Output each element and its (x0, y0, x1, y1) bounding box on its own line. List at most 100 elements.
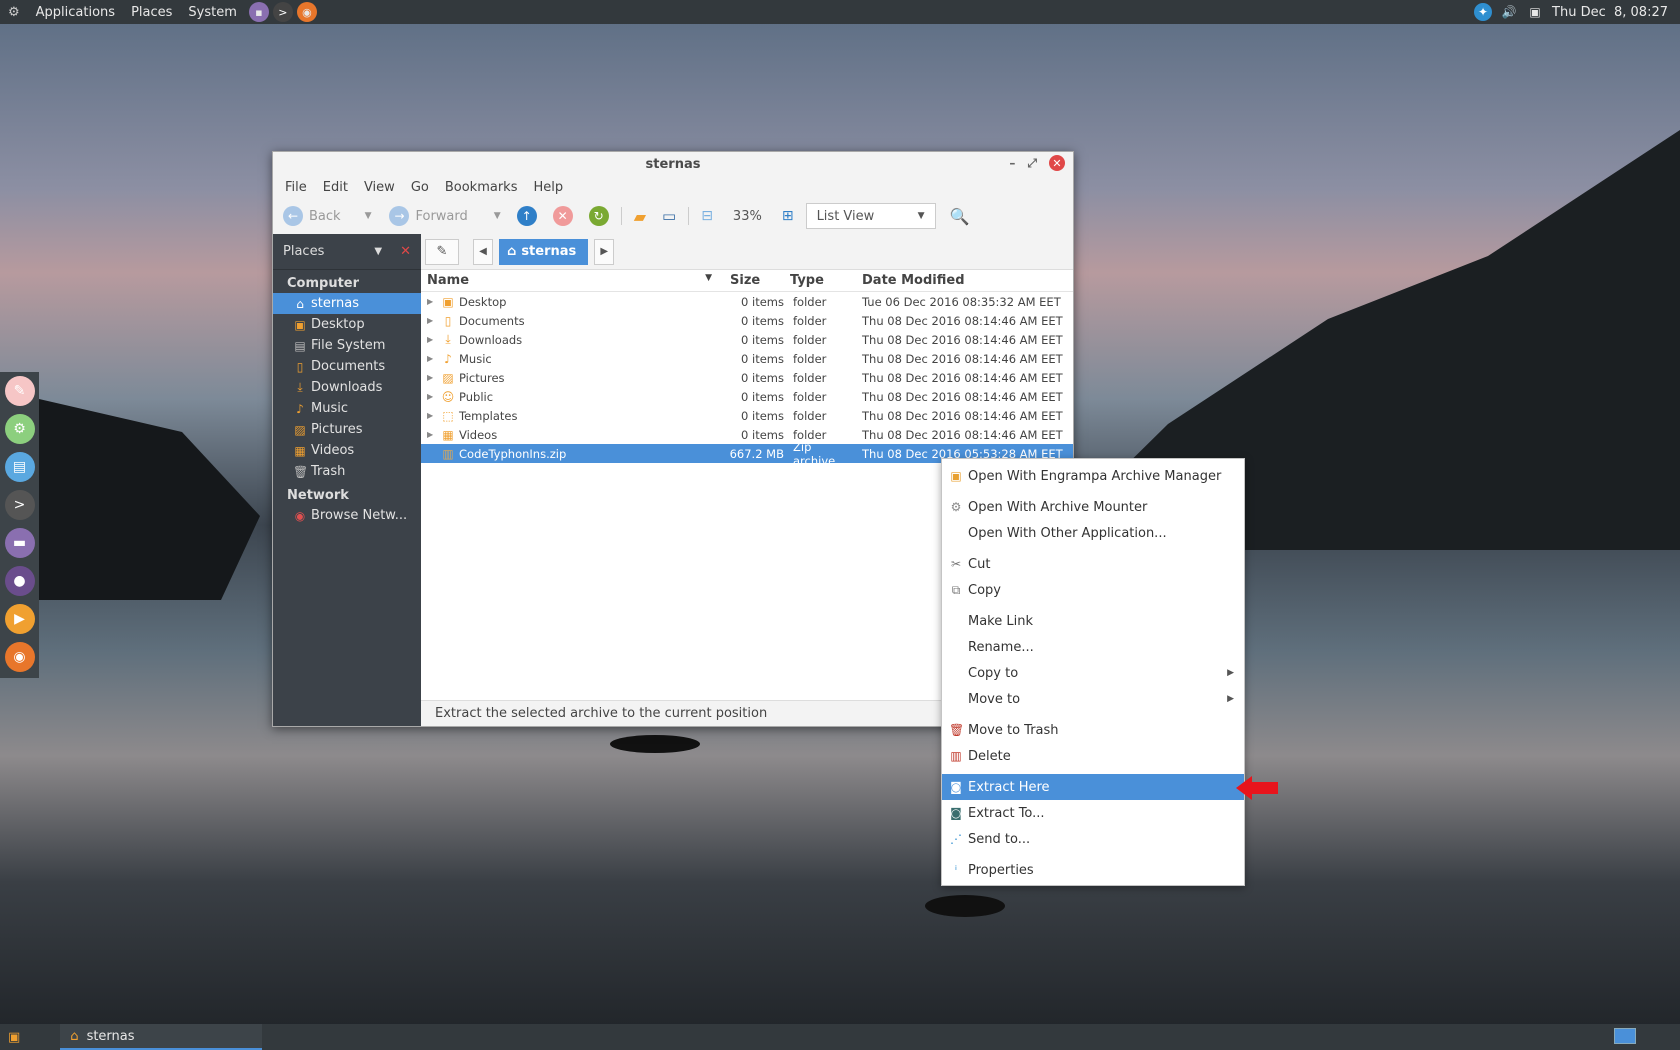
app-icon-editor[interactable]: ✎ (4, 376, 35, 406)
menu-item-rename[interactable]: Rename... (942, 634, 1244, 660)
back-icon[interactable]: ← (283, 206, 303, 226)
toggle-location-button[interactable]: ✎ (425, 238, 459, 265)
breadcrumb[interactable]: ⌂ sternas (499, 238, 589, 265)
expander-icon[interactable]: ▶ (427, 411, 437, 420)
column-date[interactable]: Date Modified (856, 273, 1073, 288)
menu-item-properties[interactable]: ⁱ Properties (942, 857, 1244, 883)
menu-item-copy-to[interactable]: Copy to ▶ (942, 660, 1244, 686)
sidebar-item-pictures[interactable]: ▨ Pictures (273, 419, 421, 440)
app-icon-media[interactable]: ▶ (4, 604, 35, 634)
firefox-launcher-icon[interactable]: ◉ (296, 2, 317, 22)
clock[interactable]: Thu Dec 8, 08:27 (1552, 5, 1668, 20)
up-icon[interactable]: ↑ (516, 206, 537, 226)
network-icon[interactable]: ▣ (1526, 3, 1544, 21)
files-launcher-icon[interactable]: ▪ (248, 2, 269, 22)
maximize-button[interactable]: ⤢ (1027, 156, 1037, 171)
file-row[interactable]: ▶ ⤓ Downloads 0 items folder Thu 08 Dec 2016 … (421, 330, 1073, 349)
menu-item-make-link[interactable]: Make Link (942, 608, 1244, 634)
app-icon-settings[interactable]: ⚙ (4, 414, 35, 444)
stop-icon[interactable]: ✕ (552, 206, 573, 226)
forward-icon[interactable]: → (389, 206, 410, 226)
forward-button[interactable]: Forward (415, 209, 467, 224)
expander-icon[interactable]: ▶ (427, 392, 437, 401)
home-folder-icon[interactable]: ▰ (634, 207, 646, 226)
menu-bookmarks[interactable]: Bookmarks (437, 180, 526, 195)
menu-system[interactable]: System (180, 5, 244, 20)
menu-item-open-engrampa[interactable]: ▣ Open With Engrampa Archive Manager (942, 463, 1244, 489)
sidebar-item-trash[interactable]: 🗑 Trash (273, 461, 421, 482)
workspace-switcher[interactable] (1614, 1028, 1636, 1044)
sidebar-title[interactable]: Places (283, 244, 324, 259)
menu-item-extract-here[interactable]: ◙ Extract Here (942, 774, 1244, 800)
expander-icon[interactable]: ▶ (427, 373, 437, 382)
back-button[interactable]: Back (309, 209, 341, 224)
file-row[interactable]: ▶ ▣ Desktop 0 items folder Tue 06 Dec 2016 08… (421, 292, 1073, 311)
app-icon-pidgin[interactable]: ● (4, 566, 35, 596)
menu-item-move-to[interactable]: Move to ▶ (942, 686, 1244, 712)
file-row[interactable]: ▶ ⬚ Templates 0 items folder Thu 08 Dec 2016 … (421, 406, 1073, 425)
accessibility-icon[interactable]: ✦ (1474, 3, 1493, 21)
file-row[interactable]: ▶ ▨ Pictures 0 items folder Thu 08 Dec 2016 0… (421, 368, 1073, 387)
app-icon-terminal[interactable]: > (4, 490, 35, 520)
file-row[interactable]: ▶ ☺ Public 0 items folder Thu 08 Dec 2016 08:… (421, 387, 1073, 406)
menu-item-copy[interactable]: ⧉ Copy (942, 577, 1244, 603)
zoom-in-icon[interactable]: ⊞ (782, 208, 794, 224)
view-mode-select[interactable]: List View ▼ (805, 203, 936, 229)
menu-item-cut[interactable]: ✂ Cut (942, 551, 1244, 577)
menu-item-label: Extract Here (968, 779, 1050, 795)
menu-help[interactable]: Help (525, 180, 571, 195)
menu-item-extract-to[interactable]: ◙ Extract To... (942, 800, 1244, 826)
menu-applications[interactable]: Applications (28, 5, 123, 20)
sidebar-item-music[interactable]: ♪ Music (273, 398, 421, 419)
column-type[interactable]: Type (784, 273, 856, 288)
file-row[interactable]: ▶ ▯ Documents 0 items folder Thu 08 Dec 2016 … (421, 311, 1073, 330)
menu-item-delete[interactable]: ▥ Delete (942, 743, 1244, 769)
sidebar-item-file-system[interactable]: ▤ File System (273, 335, 421, 356)
app-icon-firefox[interactable]: ◉ (4, 642, 35, 672)
expander-icon[interactable]: ▶ (427, 430, 437, 439)
menu-edit[interactable]: Edit (315, 180, 356, 195)
menu-item-open-other[interactable]: Open With Other Application... (942, 520, 1244, 546)
file-row[interactable]: ▶ ♪ Music 0 items folder Thu 08 Dec 2016 08:1… (421, 349, 1073, 368)
column-size[interactable]: Size (724, 273, 784, 288)
zoom-out-icon[interactable]: ⊟ (701, 208, 713, 224)
menu-go[interactable]: Go (403, 180, 437, 195)
sidebar-close-icon[interactable]: ✕ (400, 244, 411, 259)
apps-icon[interactable]: ⚙ (0, 5, 28, 20)
sidebar-item-browse-network[interactable]: ◉ Browse Netw... (273, 505, 421, 526)
menu-item-send-to[interactable]: ⋰ Send to... (942, 826, 1244, 852)
titlebar[interactable]: sternas – ⤢ ✕ (273, 152, 1073, 176)
path-right-arrow[interactable]: ▶ (594, 238, 615, 265)
forward-dropdown-icon[interactable]: ▼ (494, 211, 501, 221)
minimize-button[interactable]: – (1009, 156, 1015, 170)
menu-file[interactable]: File (277, 180, 315, 195)
app-icon-files[interactable]: ▬ (4, 528, 35, 558)
sidebar-item-documents[interactable]: ▯ Documents (273, 356, 421, 377)
sidebar-item-videos[interactable]: ▦ Videos (273, 440, 421, 461)
menu-item-open-mounter[interactable]: ⚙ Open With Archive Mounter (942, 494, 1244, 520)
expander-icon[interactable]: ▶ (427, 335, 437, 344)
expander-icon[interactable]: ▶ (427, 316, 437, 325)
reload-icon[interactable]: ↻ (588, 206, 609, 226)
column-name[interactable]: Name ▼ (421, 273, 724, 288)
terminal-launcher-icon[interactable]: > (272, 2, 293, 22)
computer-icon[interactable]: ▭ (662, 207, 676, 225)
menu-view[interactable]: View (356, 180, 403, 195)
back-dropdown-icon[interactable]: ▼ (365, 211, 372, 221)
menu-item-move-to-trash[interactable]: 🗑 Move to Trash (942, 717, 1244, 743)
taskbar-item-sternas[interactable]: ⌂ sternas (60, 1024, 263, 1050)
file-row[interactable]: ▶ ▦ Videos 0 items folder Thu 08 Dec 2016 08:… (421, 425, 1073, 444)
path-left-arrow[interactable]: ◀ (473, 238, 493, 265)
app-icon-save[interactable]: ▤ (4, 452, 35, 482)
volume-icon[interactable]: 🔊 (1500, 3, 1518, 21)
show-desktop-icon[interactable]: ▣ (8, 1030, 20, 1045)
expander-icon[interactable]: ▶ (427, 354, 437, 363)
expander-icon[interactable]: ▶ (427, 297, 437, 306)
close-button[interactable]: ✕ (1049, 155, 1065, 171)
sidebar-item-desktop[interactable]: ▣ Desktop (273, 314, 421, 335)
menu-places[interactable]: Places (123, 5, 180, 20)
sidebar-item-downloads[interactable]: ⤓ Downloads (273, 377, 421, 398)
search-icon[interactable]: 🔍 (950, 207, 970, 226)
sidebar-item-sternas[interactable]: ⌂ sternas (273, 293, 421, 314)
sidebar-dropdown-icon[interactable]: ▼ (374, 246, 382, 257)
